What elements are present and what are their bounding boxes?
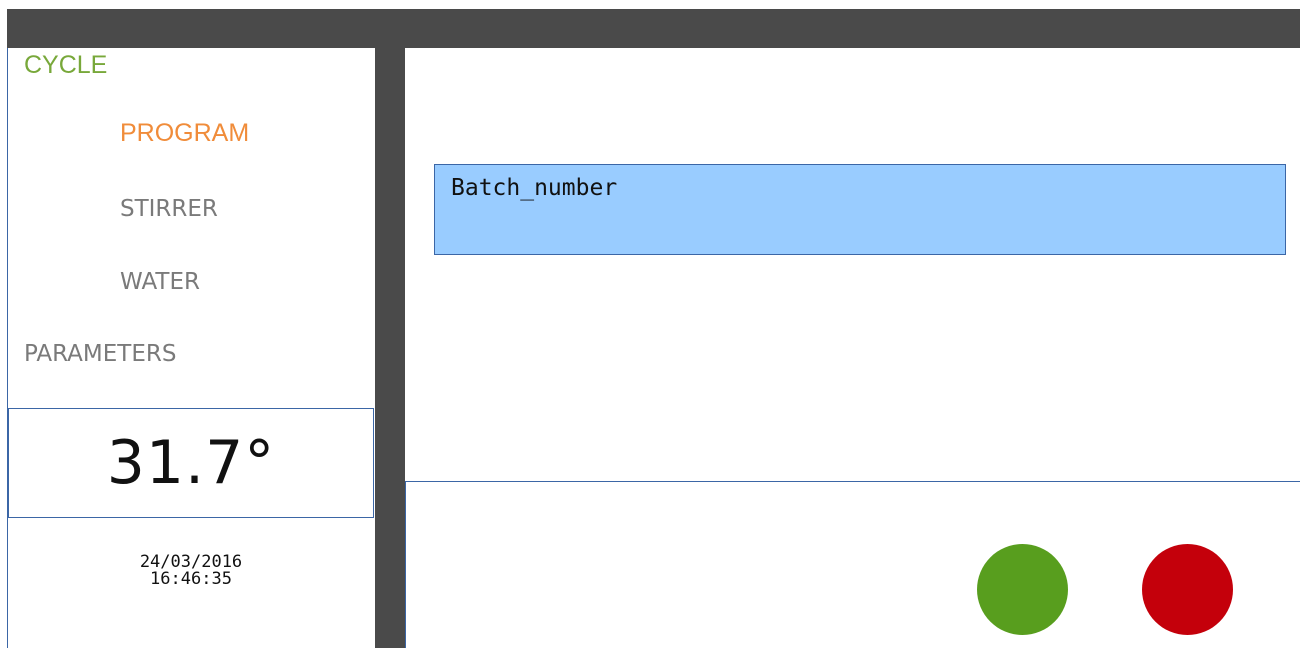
nav-cycle[interactable]: CYCLE: [24, 51, 107, 80]
panel-border: [405, 481, 406, 648]
top-bar: [7, 9, 1300, 48]
batch-number-field[interactable]: Batch_number: [434, 164, 1286, 255]
temperature-box: 31.7°: [8, 408, 374, 518]
hmi-screen: CYCLE PROGRAM STIRRER WATER PARAMETERS 3…: [0, 0, 1300, 648]
time-text: 16:46:35: [150, 569, 232, 589]
temperature-value: 31.7°: [106, 428, 276, 498]
start-button[interactable]: [977, 544, 1068, 635]
divider-bar: [375, 48, 405, 648]
separator-line: [405, 481, 1300, 482]
stop-button[interactable]: [1142, 544, 1233, 635]
nav-parameters[interactable]: PARAMETERS: [24, 341, 176, 367]
sidebar: CYCLE PROGRAM STIRRER WATER PARAMETERS 3…: [7, 48, 375, 648]
nav-stirrer[interactable]: STIRRER: [120, 196, 218, 222]
nav-program[interactable]: PROGRAM: [120, 119, 249, 148]
datetime-display: 24/03/2016 16:46:35: [8, 554, 374, 588]
nav-water[interactable]: WATER: [120, 269, 200, 295]
main-panel: Batch_number: [405, 48, 1300, 648]
